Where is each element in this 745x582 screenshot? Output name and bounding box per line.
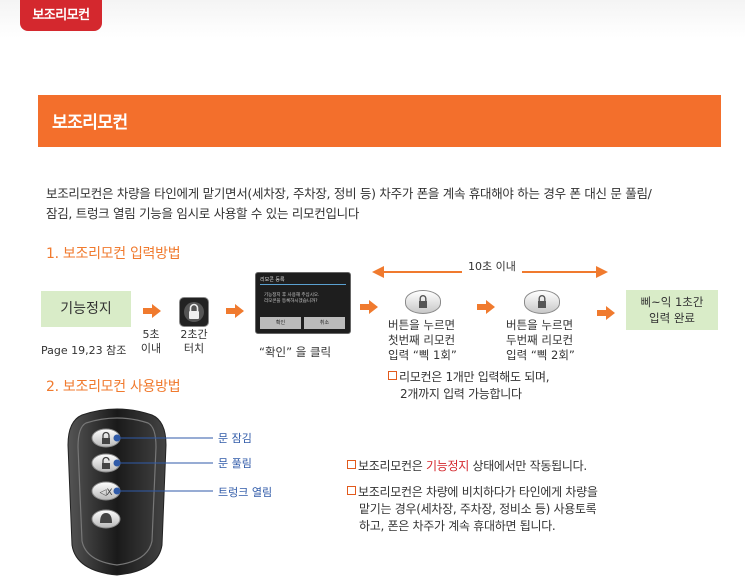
bullet-icon (347, 460, 356, 469)
function-stop-box: 기능정지 (41, 291, 131, 327)
arrow-right-icon (477, 300, 495, 314)
complete-line-2: 입력 완료 (649, 311, 695, 325)
time-limit-label: 10초 이내 (462, 258, 522, 274)
fob-connector-lines (117, 437, 213, 492)
label-door-unlock: 문 풀림 (218, 457, 252, 470)
section2-title: 2. 보조리모컨 사용방법 (46, 379, 181, 395)
lock-icon (184, 302, 204, 322)
arrow-right-icon (226, 304, 244, 318)
step-2s-label: 2초간 터치 (176, 328, 212, 356)
usage-note-1-post: 상태에서만 작동됩니다. (468, 459, 587, 473)
second-remote-line-1: 버튼을 누르면 (506, 318, 574, 332)
bullet-icon (388, 371, 397, 380)
usage-note-2-line-1: 보조리모컨은 차량에 비치하다가 타인에게 차량을 (358, 485, 598, 499)
label-door-lock: 문 잠김 (218, 432, 252, 445)
step-2s-line-1: 2초간 (180, 328, 208, 341)
lock-icon (419, 295, 427, 308)
lock-icon (538, 295, 546, 308)
complete-line-1: 삐~익 1초간 (640, 295, 704, 309)
dialog-body: 기능정지 후 사용해 주십시오. 리모콘을 등록하시겠습니까? (264, 293, 319, 305)
intro-text: 보조리모컨은 차량을 타인에게 맡기면서(세차장, 주차장, 정비 등) 차주가… (46, 184, 736, 224)
label-trunk-open: 트렁크 열림 (218, 486, 273, 499)
page-title: 보조리모컨 (52, 113, 128, 133)
arrow-right-icon (143, 304, 161, 318)
usage-note-1-pre: 보조리모컨은 (358, 459, 426, 473)
arrow-right-icon (360, 300, 378, 314)
dialog-cancel-button: 취소 (304, 317, 345, 329)
page-reference: Page 19,23 참조 (41, 344, 127, 357)
usage-note-2: 보조리모컨은 차량에 비치하다가 타인에게 차량을 맡기는 경우(세차장, 주차… (347, 484, 598, 535)
intro-line-2: 잠김, 트렁크 열림 기능을 임시로 사용할 수 있는 리모컨입니다 (46, 206, 360, 221)
dialog-body-line-2: 리모콘을 등록하시겠습니까? (264, 299, 318, 304)
first-remote-line-3: 입력 “삑 1회” (388, 348, 457, 362)
section1-title: 1. 보조리모컨 입력방법 (46, 246, 181, 262)
first-remote-line-1: 버튼을 누르면 (388, 318, 456, 332)
dialog-ok-button: 확인 (260, 317, 301, 329)
second-remote-line-3: 입력 “삑 2회” (506, 348, 575, 362)
arrow-right-icon (597, 306, 615, 320)
usage-note-1: 보조리모컨은 기능정지 상태에서만 작동됩니다. (347, 458, 587, 475)
touch-lock-button (180, 298, 208, 326)
bullet-icon (347, 486, 356, 495)
remote-button-1 (405, 290, 441, 314)
register-dialog: 리모콘 등록 기능정지 후 사용해 주십시오. 리모콘을 등록하시겠습니까? 확… (255, 272, 351, 334)
section-tag: 보조리모컨 (20, 0, 102, 31)
svg-text:◁X: ◁X (99, 488, 112, 498)
step-5s-line-2: 이내 (140, 342, 162, 355)
usage-note-2-line-3: 하고, 폰은 차주가 계속 휴대하면 됩니다. (359, 519, 556, 533)
step-5s-label: 5초 이내 (136, 328, 166, 356)
input-note-line-1: 리모컨은 1개만 입력해도 되며, (399, 370, 550, 384)
step-5s-line-1: 5초 (142, 328, 160, 341)
usage-note-1-highlight: 기능정지 (425, 459, 469, 473)
input-note: 리모컨은 1개만 입력해도 되며, 2개까지 입력 가능합니다 (388, 369, 550, 403)
second-remote-text: 버튼을 누르면 두번째 리모컨 입력 “삑 2회” (506, 318, 575, 363)
top-band (0, 0, 745, 38)
first-remote-line-2: 첫번째 리모컨 (388, 333, 456, 347)
usage-note-2-line-2: 맡기는 경우(세차장, 주차장, 정비소 등) 사용토록 (359, 502, 597, 516)
step-2s-line-2: 터치 (183, 342, 205, 355)
input-complete-box: 삐~익 1초간 입력 완료 (626, 290, 718, 330)
confirm-caption: “확인” 을 클릭 (259, 345, 332, 359)
dialog-divider (260, 284, 346, 285)
title-banner (38, 95, 721, 147)
second-remote-line-2: 두번째 리모컨 (506, 333, 574, 347)
dialog-title: 리모콘 등록 (260, 277, 285, 283)
input-note-line-2: 2개까지 입력 가능합니다 (400, 387, 522, 401)
remote-button-2 (524, 290, 560, 314)
intro-line-1: 보조리모컨은 차량을 타인에게 맡기면서(세차장, 주차장, 정비 등) 차주가… (46, 186, 652, 201)
first-remote-text: 버튼을 누르면 첫번째 리모컨 입력 “삑 1회” (388, 318, 457, 363)
